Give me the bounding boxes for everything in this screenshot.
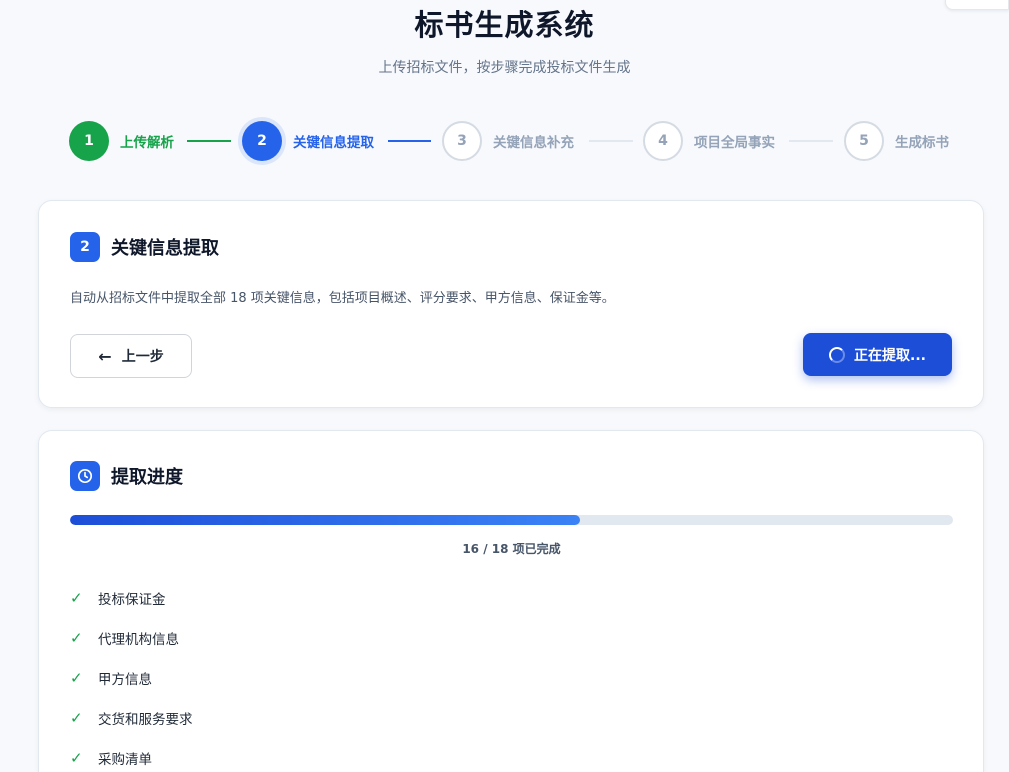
step-label: 生成标书 — [895, 135, 949, 151]
card-title: 关键信息提取 — [111, 238, 219, 259]
clock-icon — [70, 461, 100, 491]
previous-step-label: 上一步 — [121, 349, 164, 365]
progress-bar — [70, 515, 953, 525]
previous-step-button[interactable]: ← 上一步 — [70, 334, 192, 378]
step-connector — [589, 140, 633, 142]
step-number: 5 — [844, 121, 884, 161]
check-icon: ✓ — [70, 589, 83, 607]
step-number: 3 — [442, 121, 482, 161]
progress-card-header: 提取进度 — [70, 461, 183, 491]
stepper: 1 上传解析 2 关键信息提取 3 关键信息补充 4 项目全局事实 5 生成标书 — [69, 121, 969, 161]
extracting-button[interactable]: 正在提取... — [803, 333, 952, 376]
extract-card-header: 2 关键信息提取 — [70, 232, 219, 262]
step-label: 关键信息提取 — [293, 135, 374, 151]
step-connector — [789, 140, 833, 142]
card-title: 提取进度 — [111, 467, 183, 488]
step-number: 1 — [69, 121, 109, 161]
page-title: 标书生成系统 — [414, 8, 595, 42]
completed-items-list: ✓ 投标保证金 ✓ 代理机构信息 ✓ 甲方信息 ✓ 交货和服务要求 ✓ 采购清单 — [70, 578, 193, 772]
step-generate-bid[interactable]: 5 生成标书 — [844, 121, 949, 161]
step-label: 关键信息补充 — [493, 135, 574, 151]
progress-card: 提取进度 16 / 18 项已完成 ✓ 投标保证金 ✓ 代理机构信息 ✓ 甲方信… — [38, 430, 984, 772]
extracting-label: 正在提取... — [854, 347, 926, 364]
step-badge: 2 — [70, 232, 100, 262]
step-project-global-facts[interactable]: 4 项目全局事实 — [643, 121, 775, 161]
list-item: ✓ 代理机构信息 — [70, 618, 193, 658]
page-subtitle: 上传招标文件，按步骤完成投标文件生成 — [378, 60, 631, 76]
list-item: ✓ 交货和服务要求 — [70, 698, 193, 738]
card-description: 自动从招标文件中提取全部 18 项关键信息，包括项目概述、评分要求、甲方信息、保… — [70, 291, 615, 306]
arrow-left-icon: ← — [98, 346, 112, 366]
spinner-icon — [829, 346, 846, 363]
step-key-info-supplement[interactable]: 3 关键信息补充 — [442, 121, 574, 161]
step-upload-parse[interactable]: 1 上传解析 — [69, 121, 174, 161]
list-item-label: 代理机构信息 — [98, 632, 179, 648]
list-item-label: 采购清单 — [98, 752, 152, 768]
progress-bar-fill — [70, 515, 580, 525]
list-item: ✓ 甲方信息 — [70, 658, 193, 698]
check-icon: ✓ — [70, 629, 83, 647]
extract-card: 2 关键信息提取 自动从招标文件中提取全部 18 项关键信息，包括项目概述、评分… — [38, 200, 984, 408]
step-key-info-extract[interactable]: 2 关键信息提取 — [242, 121, 374, 161]
check-icon: ✓ — [70, 669, 83, 687]
check-icon: ✓ — [70, 709, 83, 727]
progress-count: 16 / 18 项已完成 — [462, 542, 561, 556]
step-connector — [388, 140, 431, 142]
check-icon: ✓ — [70, 749, 83, 767]
list-item-label: 甲方信息 — [98, 672, 152, 688]
step-label: 项目全局事实 — [694, 135, 775, 151]
list-item-label: 交货和服务要求 — [98, 712, 193, 728]
list-item: ✓ 采购清单 — [70, 738, 193, 772]
step-label: 上传解析 — [120, 135, 174, 151]
step-number: 2 — [242, 121, 282, 161]
list-item-label: 投标保证金 — [98, 592, 166, 608]
step-connector — [187, 140, 231, 142]
list-item: ✓ 投标保证金 — [70, 578, 193, 618]
step-number: 4 — [643, 121, 683, 161]
